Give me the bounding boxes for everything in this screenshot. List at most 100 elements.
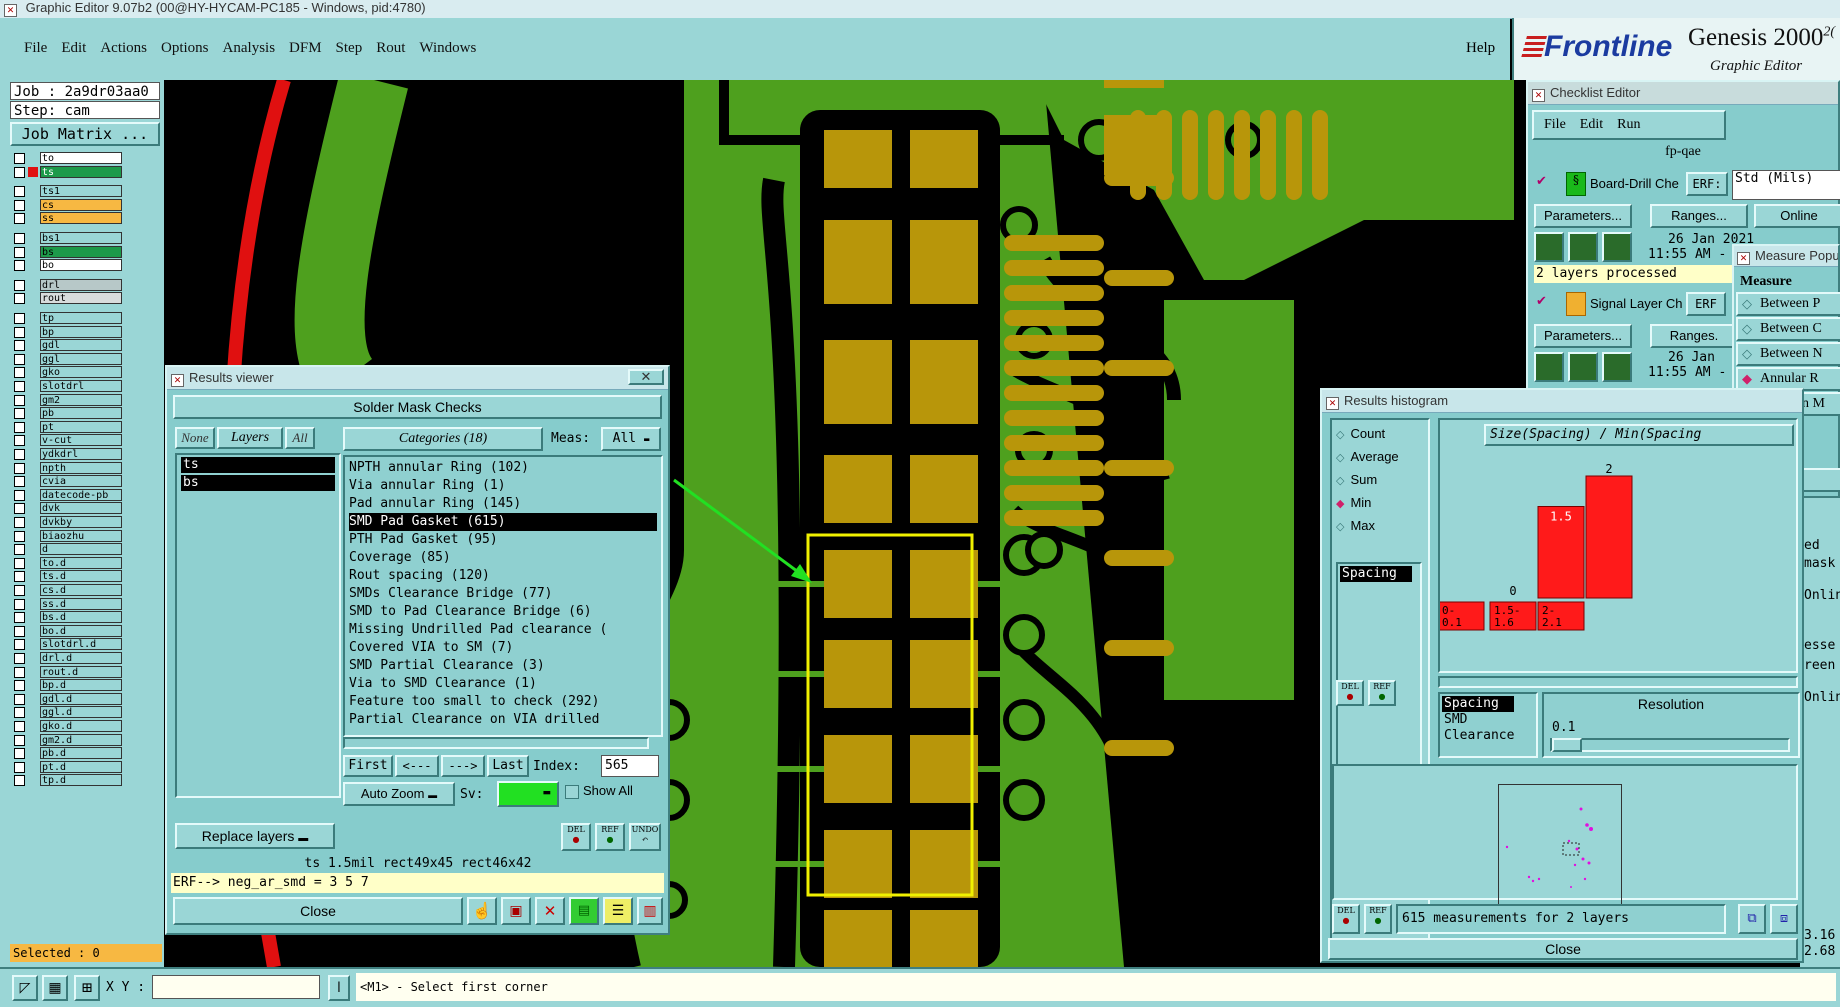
check-name-2[interactable]: Signal Layer Ch	[1590, 296, 1686, 311]
measure-option[interactable]: ◇ Between P	[1736, 292, 1840, 316]
layer-checkbox[interactable]	[14, 435, 25, 447]
aggregate-option[interactable]: ◇ Sum	[1336, 472, 1377, 487]
histogram-list-item[interactable]: Spacing	[1340, 566, 1412, 582]
resolution-list[interactable]: Spacing SMD Clearance	[1438, 692, 1538, 758]
layer-row[interactable]: ydkdrl	[10, 448, 134, 461]
layer-checkbox[interactable]	[14, 279, 25, 291]
category-item[interactable]: NPTH annular Ring (102)	[349, 459, 657, 477]
layer-row[interactable]: gdl	[10, 339, 134, 352]
layers-button[interactable]: Layers	[217, 427, 283, 449]
grid-tool-icon[interactable]: ▦	[42, 975, 68, 1001]
layer-row[interactable]: ts.d	[10, 570, 134, 583]
layer-row[interactable]: rout	[10, 292, 134, 305]
layer-name[interactable]: cs.d	[40, 584, 122, 596]
layer-name[interactable]: gm2.d	[40, 733, 122, 746]
layer-checkbox[interactable]	[14, 367, 25, 379]
category-list[interactable]: NPTH annular Ring (102) Via annular Ring …	[343, 455, 663, 737]
board-preview[interactable]	[1498, 784, 1622, 906]
layer-name[interactable]: ss.d	[40, 597, 122, 610]
help-menu[interactable]: Help	[1466, 40, 1495, 57]
layer-name[interactable]: d	[40, 543, 122, 556]
layer-row[interactable]: cs	[10, 198, 134, 212]
layer-name[interactable]: bp.d	[40, 679, 122, 692]
layer-row[interactable]: pt	[10, 420, 134, 434]
none-button[interactable]: None	[175, 427, 215, 449]
category-item[interactable]: SMD Pad Gasket (615)	[349, 513, 657, 531]
layer-row[interactable]: bp	[10, 325, 134, 339]
all-button[interactable]: All	[285, 427, 315, 449]
layer-row[interactable]: to.d	[10, 556, 134, 570]
layer-checkbox[interactable]	[14, 246, 25, 258]
layer-name[interactable]: pt	[40, 420, 122, 433]
aggregate-option[interactable]: ◇ Max	[1336, 518, 1375, 533]
layer-checkbox[interactable]	[14, 353, 25, 365]
layer-checkbox[interactable]	[14, 449, 25, 460]
layer-row[interactable]: pt.d	[10, 760, 134, 774]
layer-name[interactable]: rout	[40, 292, 122, 305]
layer-name[interactable]: ts1	[40, 185, 122, 198]
layer-name[interactable]: bs.d	[40, 611, 122, 624]
parameters-button-1[interactable]: Parameters...	[1534, 204, 1632, 228]
layer-checkbox[interactable]	[14, 260, 25, 272]
category-item[interactable]: SMD to Pad Clearance Bridge (6)	[349, 603, 657, 621]
select-tool-icon[interactable]: ◸	[12, 975, 38, 1001]
menu-file[interactable]: File	[24, 40, 47, 56]
last-button[interactable]: Last	[487, 755, 529, 777]
chart-hscroll[interactable]	[1438, 676, 1798, 688]
layer-name[interactable]: datecode-pb	[40, 488, 122, 501]
category-item[interactable]: Pad annular Ring (145)	[349, 495, 657, 513]
layer-name[interactable]: v-cut	[40, 434, 122, 447]
layer-checkbox[interactable]	[14, 394, 25, 406]
run-icon-1b[interactable]	[1568, 232, 1598, 262]
layer-row[interactable]: tp.d	[10, 774, 134, 787]
menu-windows[interactable]: Windows	[419, 40, 476, 56]
cancel-icon[interactable]: ✕	[535, 897, 565, 925]
checklist-menu-edit[interactable]: Edit	[1580, 117, 1603, 132]
layer-row[interactable]: slotdrl	[10, 380, 134, 393]
menu-edit[interactable]: Edit	[61, 40, 86, 56]
layer-row[interactable]: bp.d	[10, 679, 134, 692]
layer-name[interactable]: ts	[40, 165, 122, 178]
auto-zoom-dropdown[interactable]: Auto Zoom ▬	[343, 782, 455, 806]
layer-checkbox[interactable]	[14, 408, 25, 420]
layer-checkbox[interactable]	[14, 186, 25, 198]
layer-name[interactable]: npth	[40, 461, 122, 474]
layer-name[interactable]: ts.d	[40, 570, 122, 583]
layer-checkbox[interactable]	[14, 639, 25, 651]
layer-row[interactable]: to	[10, 152, 134, 165]
histogram-bar[interactable]	[1585, 475, 1633, 599]
layer-name[interactable]: bs	[40, 245, 122, 258]
close-button[interactable]: Close	[173, 897, 463, 925]
erf-button-2[interactable]: ERF	[1686, 292, 1726, 316]
layer-checkbox[interactable]	[14, 233, 25, 244]
layer-row[interactable]: d	[10, 543, 134, 556]
hist-ref-button[interactable]: REF ●	[1368, 680, 1396, 706]
report-icon[interactable]: ☰	[603, 897, 633, 925]
resolution-list-item[interactable]: Spacing	[1442, 696, 1514, 712]
del-button[interactable]: DEL ●	[561, 823, 591, 851]
layer-name[interactable]: gko	[40, 366, 122, 379]
ref-button[interactable]: REF ●	[595, 823, 625, 851]
layer-row[interactable]: ss	[10, 212, 134, 225]
layer-checkbox[interactable]	[14, 707, 25, 719]
layer-checkbox[interactable]	[14, 666, 25, 678]
layer-name[interactable]: cs	[40, 198, 122, 211]
erf-button-1[interactable]: ERF:	[1686, 172, 1728, 196]
layer-checkbox[interactable]	[14, 503, 25, 515]
category-item[interactable]: Partial Clearance on VIA drilled	[349, 711, 657, 729]
layer-row[interactable]: ggl.d	[10, 706, 134, 719]
layer-row[interactable]: pb	[10, 407, 134, 420]
layer-row[interactable]: rout.d	[10, 665, 134, 679]
layer-name[interactable]: ydkdrl	[40, 448, 122, 460]
layer-checkbox[interactable]	[14, 489, 25, 501]
prev-button[interactable]: <---	[395, 755, 439, 777]
layer-checkbox[interactable]	[14, 680, 25, 692]
layer-checkbox[interactable]	[14, 585, 25, 596]
layer-checkbox[interactable]	[14, 693, 25, 705]
layer-checkbox[interactable]	[14, 326, 25, 338]
layer-name[interactable]: pb	[40, 407, 122, 420]
layer-name[interactable]: pb.d	[40, 747, 122, 760]
histogram-close-button[interactable]: Close	[1328, 938, 1798, 960]
layer-checkbox[interactable]	[14, 598, 25, 610]
ranges-button-1[interactable]: Ranges...	[1650, 204, 1748, 228]
